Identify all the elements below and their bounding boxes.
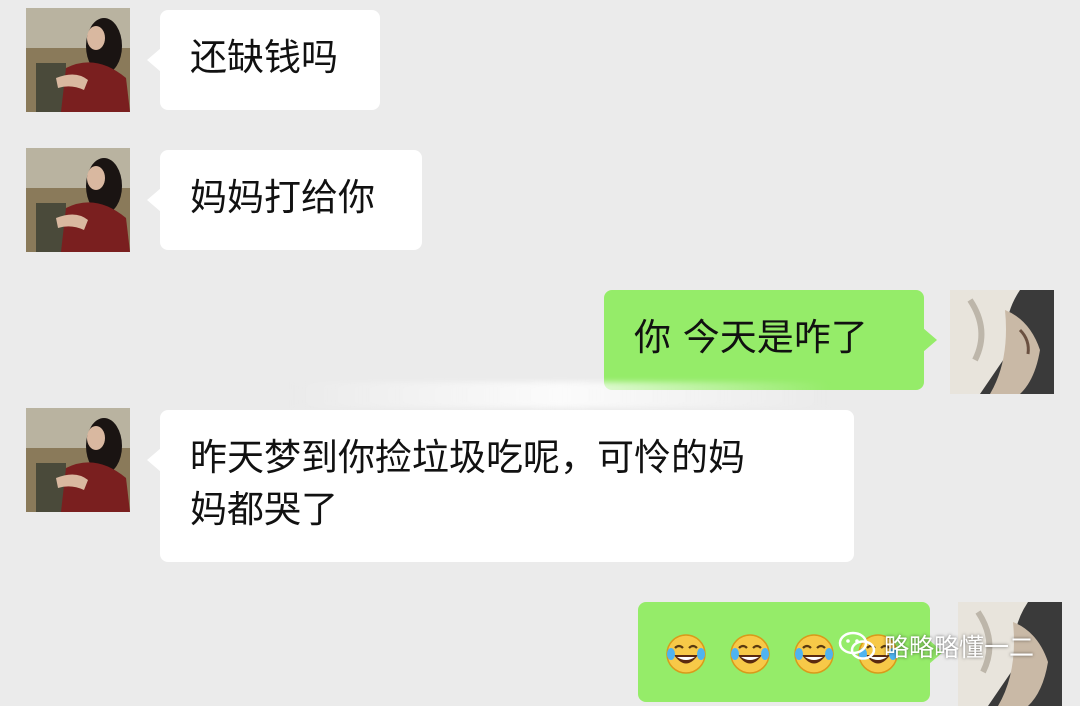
message-text-line: 妈都哭了	[190, 488, 338, 531]
message-text: 妈妈打给你	[190, 176, 375, 219]
message-text: 你 今天是咋了	[634, 316, 868, 359]
message-bubble-incoming[interactable]: 昨天梦到你捡垃圾吃呢，可怜的妈 妈都哭了	[147, 410, 854, 562]
wechat-icon	[838, 631, 876, 660]
woman-portrait-icon	[26, 408, 130, 512]
mother-avatar[interactable]	[26, 408, 130, 512]
anime-character-icon	[950, 290, 1054, 394]
message-bubble-outgoing[interactable]: 你 今天是咋了	[604, 290, 937, 390]
mother-avatar[interactable]	[26, 148, 130, 252]
watermark: 略略略懂一二	[838, 628, 1034, 664]
woman-portrait-icon	[26, 8, 130, 112]
message-bubble-incoming[interactable]: 妈妈打给你	[147, 150, 422, 250]
laughing-crying-face-icon	[794, 634, 834, 674]
laughing-crying-face-icon	[730, 634, 770, 674]
woman-portrait-icon	[26, 148, 130, 252]
message-bubble-incoming[interactable]: 还缺钱吗	[147, 10, 380, 110]
laughing-crying-face-icon	[666, 634, 706, 674]
blurred-overlay	[290, 382, 830, 408]
mother-avatar[interactable]	[26, 8, 130, 112]
message-text-line: 昨天梦到你捡垃圾吃呢，可怜的妈	[190, 436, 745, 479]
self-avatar[interactable]	[950, 290, 1054, 394]
message-text: 还缺钱吗	[190, 36, 338, 79]
watermark-text: 略略略懂一二	[884, 633, 1035, 662]
